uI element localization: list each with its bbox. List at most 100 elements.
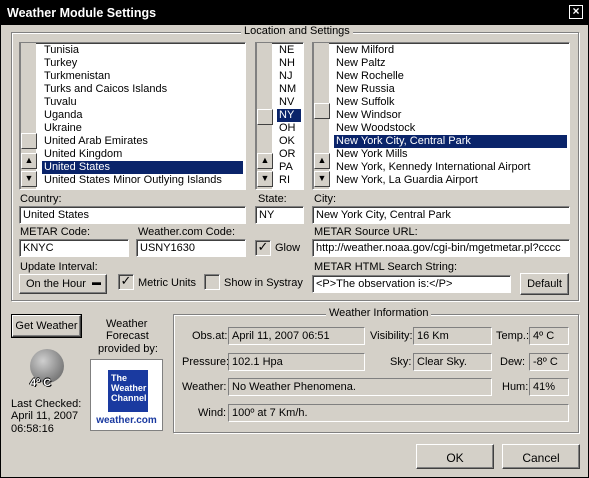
city-list-item[interactable]: New Paltz: [334, 57, 567, 70]
state-list-item[interactable]: NE: [277, 44, 301, 57]
logo-line-2: Weather: [111, 383, 147, 393]
state-scroll-thumb[interactable]: [257, 109, 273, 125]
settings-window: Weather Module Settings × Location and S…: [0, 0, 589, 478]
forecast-line-3: provided by:: [98, 343, 158, 355]
country-list[interactable]: ▲ ▼ Tunisia Turkey Turkmenistan Turks and C…: [19, 42, 246, 190]
country-list-scrollbar[interactable]: ▲ ▼: [20, 43, 37, 189]
city-list-item[interactable]: New Rochelle: [334, 70, 567, 83]
visibility-label: Visibility:: [370, 330, 413, 342]
pressure-value: 102.1 Hpa: [228, 353, 365, 371]
update-interval-dropdown[interactable]: On the Hour ▬: [19, 274, 107, 294]
city-list-item[interactable]: New York, La Guardia Airport: [334, 174, 567, 187]
city-list[interactable]: ▲ ▼ New Milford New Paltz New Rochelle New …: [312, 42, 570, 190]
title-bar: Weather Module Settings ×: [1, 1, 588, 25]
country-list-item[interactable]: Turkey: [42, 57, 243, 70]
glow-checkbox[interactable]: ✓: [255, 240, 271, 256]
glow-label: Glow: [275, 242, 301, 254]
metar-code-field[interactable]: KNYC: [19, 239, 129, 257]
country-list-item[interactable]: United Kingdom: [42, 148, 243, 161]
city-list-item[interactable]: New York Mills: [334, 148, 567, 161]
close-icon[interactable]: ×: [569, 5, 583, 19]
city-list-item[interactable]: New Suffolk: [334, 96, 567, 109]
city-scroll-thumb[interactable]: [314, 103, 330, 119]
get-weather-button[interactable]: Get Weather: [12, 315, 81, 337]
country-items: Tunisia Turkey Turkmenistan Turks and Caico…: [42, 44, 243, 187]
wind-value: 100º at 7 Km/h.: [228, 404, 569, 422]
state-list-item[interactable]: NV: [277, 96, 301, 109]
city-list-item[interactable]: New Windsor: [334, 109, 567, 122]
state-field[interactable]: NY: [255, 206, 304, 224]
country-list-item[interactable]: United States: [42, 161, 243, 174]
state-list-item[interactable]: OR: [277, 148, 301, 161]
state-list-item[interactable]: NY: [277, 109, 301, 122]
state-list-item[interactable]: RI: [277, 174, 301, 187]
scroll-up-icon[interactable]: ▲: [257, 153, 273, 169]
city-items: New Milford New Paltz New Rochelle New Russ…: [334, 44, 567, 187]
city-list-item[interactable]: New Milford: [334, 44, 567, 57]
scroll-down-icon[interactable]: ▼: [21, 171, 37, 187]
update-interval-value: On the Hour: [26, 278, 86, 290]
state-list-item[interactable]: OH: [277, 122, 301, 135]
last-checked-date: April 11, 2007: [11, 410, 79, 422]
city-list-item[interactable]: New York, Kennedy International Airport: [334, 161, 567, 174]
country-list-item[interactable]: Ukraine: [42, 122, 243, 135]
state-list-scrollbar[interactable]: ▲ ▼: [256, 43, 273, 189]
country-list-item[interactable]: Turks and Caicos Islands: [42, 83, 243, 96]
metar-html-search-label: METAR HTML Search String:: [314, 261, 458, 273]
country-list-item[interactable]: United Arab Emirates: [42, 135, 243, 148]
metric-units-checkbox[interactable]: ✓: [118, 274, 134, 290]
country-list-item[interactable]: United States Minor Outlying Islands: [42, 174, 243, 187]
weather-channel-logo[interactable]: The Weather Channel weather.com: [90, 359, 163, 431]
ok-button[interactable]: OK: [416, 444, 494, 469]
weather-com-code-label: Weather.com Code:: [138, 226, 236, 238]
state-label: State:: [258, 193, 287, 205]
scroll-up-icon[interactable]: ▲: [314, 153, 330, 169]
state-list-item[interactable]: PA: [277, 161, 301, 174]
metar-code-label: METAR Code:: [20, 226, 91, 238]
weather-label: Weather:: [182, 381, 227, 393]
show-in-systray-checkbox[interactable]: [204, 274, 220, 290]
country-scroll-thumb[interactable]: [21, 133, 37, 149]
country-list-item[interactable]: Turkmenistan: [42, 70, 243, 83]
country-field[interactable]: United States: [19, 206, 246, 224]
forecast-line-2: Forecast: [106, 330, 149, 342]
dew-value: -8º C: [529, 353, 569, 371]
weather-com-code-field[interactable]: USNY1630: [136, 239, 246, 257]
country-list-item[interactable]: Tuvalu: [42, 96, 243, 109]
state-list-item[interactable]: OK: [277, 135, 301, 148]
state-list-item[interactable]: NH: [277, 57, 301, 70]
city-list-scrollbar[interactable]: ▲ ▼: [313, 43, 330, 189]
window-title: Weather Module Settings: [7, 6, 157, 20]
temp-value: 4º C: [529, 327, 569, 345]
scroll-down-icon[interactable]: ▼: [257, 171, 273, 187]
city-list-item[interactable]: New York City, Central Park: [334, 135, 567, 148]
metric-units-label: Metric Units: [138, 277, 197, 289]
obs-at-value: April 11, 2007 06:51: [228, 327, 365, 345]
state-list-item[interactable]: NM: [277, 83, 301, 96]
weather-value: No Weather Phenomena.: [228, 378, 492, 396]
weather-channel-logo-box: The Weather Channel: [108, 370, 148, 412]
last-checked-label: Last Checked:: [11, 398, 82, 410]
scroll-down-icon[interactable]: ▼: [314, 171, 330, 187]
weather-info-title: Weather Information: [326, 307, 432, 319]
cancel-button[interactable]: Cancel: [502, 444, 580, 469]
logo-url: weather.com: [96, 415, 157, 426]
state-list-item[interactable]: NJ: [277, 70, 301, 83]
country-list-item[interactable]: Uganda: [42, 109, 243, 122]
default-button[interactable]: Default: [520, 273, 569, 295]
scroll-up-icon[interactable]: ▲: [21, 153, 37, 169]
state-items: NE NH NJ NM NV NY OH OK OR PA RI: [277, 44, 301, 187]
metar-html-search-field[interactable]: <P>The observation is:</P>: [312, 275, 511, 293]
metar-source-field[interactable]: http://weather.noaa.gov/cgi-bin/mgetmeta…: [312, 239, 570, 257]
city-list-item[interactable]: New Woodstock: [334, 122, 567, 135]
dropdown-arrow-icon: ▬: [92, 277, 101, 287]
hum-label: Hum:: [502, 381, 529, 393]
logo-line-3: Channel: [111, 393, 147, 403]
city-list-item[interactable]: New Russia: [334, 83, 567, 96]
wind-label: Wind:: [198, 407, 227, 419]
state-list[interactable]: ▲ ▼ NE NH NJ NM NV NY OH OK OR PA RI: [255, 42, 304, 190]
city-field[interactable]: New York City, Central Park: [312, 206, 570, 224]
get-weather-button-focus-ring: Get Weather: [11, 314, 82, 338]
visibility-value: 16 Km: [413, 327, 492, 345]
country-list-item[interactable]: Tunisia: [42, 44, 243, 57]
